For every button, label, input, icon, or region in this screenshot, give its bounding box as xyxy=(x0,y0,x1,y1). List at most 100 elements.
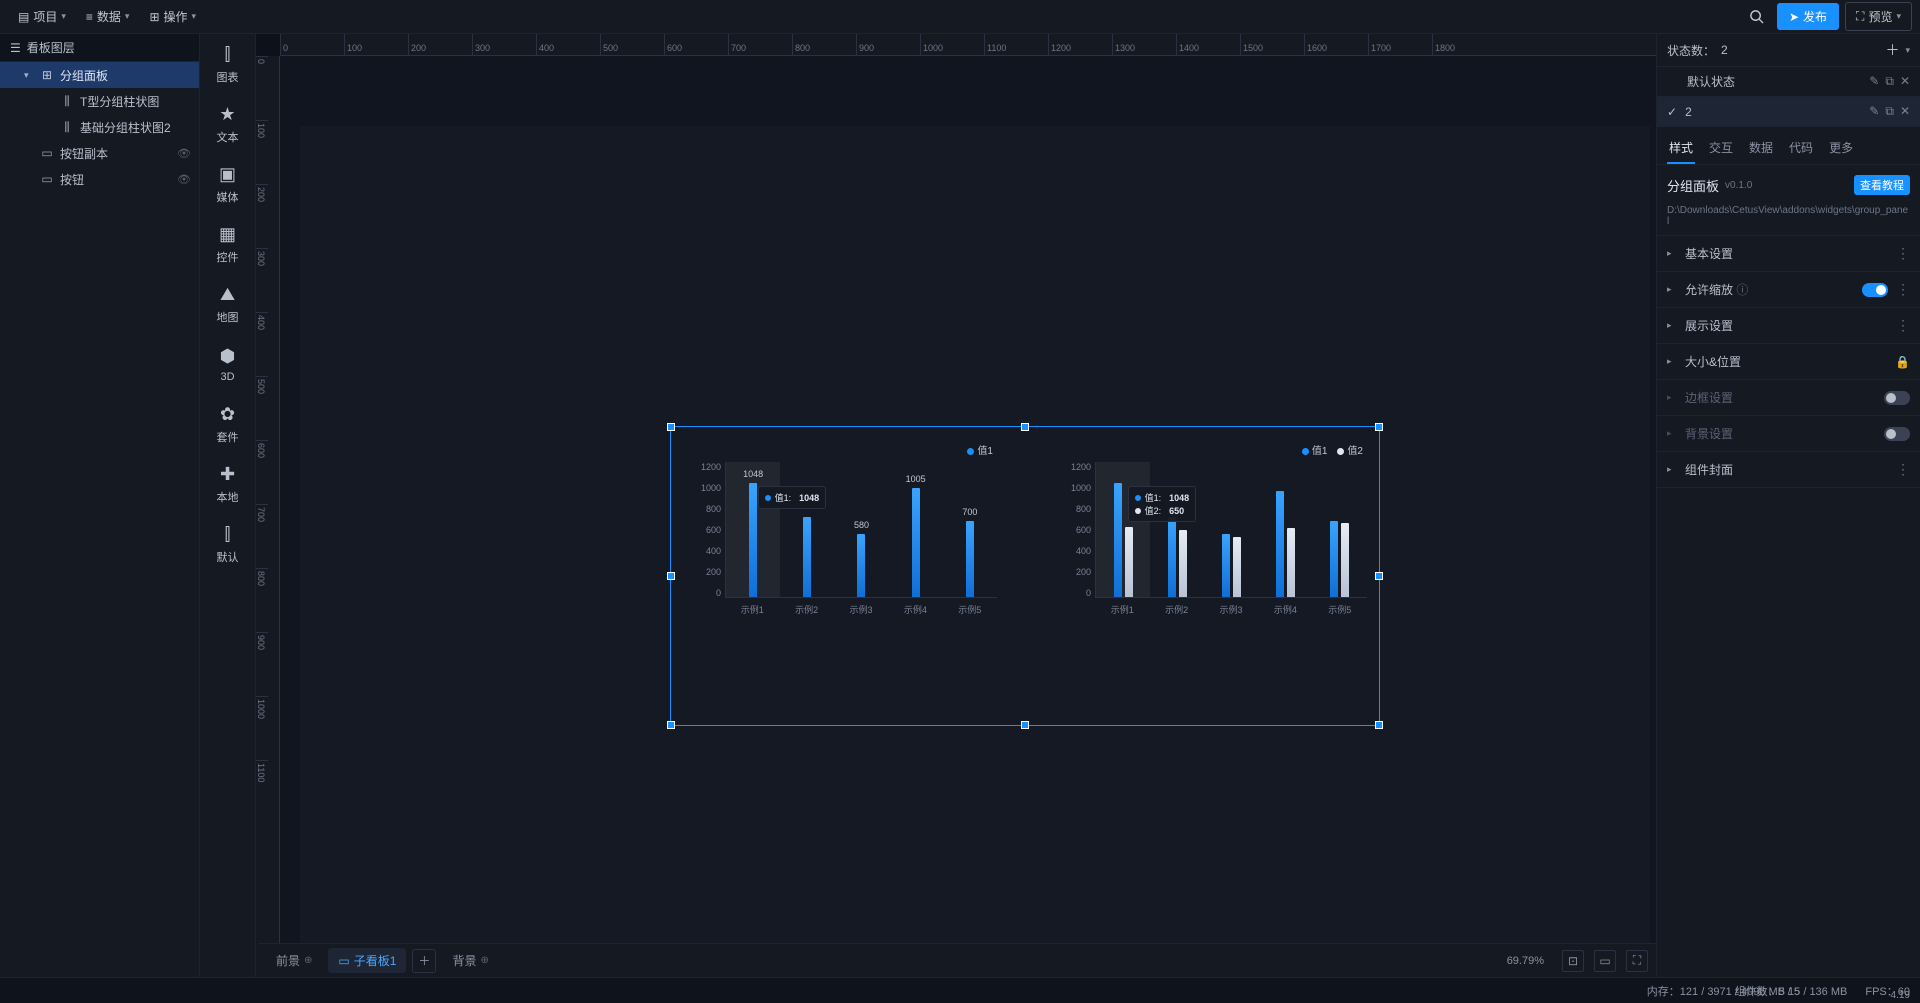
resize-handle-tl[interactable] xyxy=(667,423,675,431)
visibility-icon[interactable]: 👁 xyxy=(177,173,191,186)
layer-tree: ▾⊞分组面板⫼T型分组柱状图⫼基础分组柱状图2▭按钮副本👁▭按钮👁 xyxy=(0,62,199,977)
tab-background[interactable]: 背景 ⊕ xyxy=(442,948,498,973)
layer-item[interactable]: ⫼ T型分组柱状图 xyxy=(0,88,199,114)
chart-icon: ⫼ xyxy=(60,94,74,109)
toggle-switch[interactable] xyxy=(1884,391,1910,405)
state-count-row: 状态数： 2 ＋ ▾ xyxy=(1657,34,1920,67)
layers-header: ☰ 看板图层 xyxy=(0,34,199,62)
property-row[interactable]: ▸背景设置 xyxy=(1657,416,1920,452)
resize-handle-t[interactable] xyxy=(1021,423,1029,431)
button-icon: ▭ xyxy=(40,172,54,186)
resize-handle-bl[interactable] xyxy=(667,721,675,729)
chevron-down-icon[interactable]: ▾ xyxy=(1905,45,1910,56)
layer-item[interactable]: ▭按钮👁 xyxy=(0,166,199,192)
copy-icon[interactable]: ⧉ xyxy=(1885,104,1894,119)
widget-name: 分组面板 xyxy=(1667,176,1719,195)
add-tab-button[interactable]: ＋ xyxy=(412,949,436,973)
artboard[interactable]: 值1 120010008006004002000 10485801005700 示例1… xyxy=(300,126,1650,946)
rail-text[interactable]: ★文本 xyxy=(200,94,255,154)
inspector-tab[interactable]: 交互 xyxy=(1707,133,1735,164)
property-row[interactable]: ▸大小&位置🔒 xyxy=(1657,344,1920,380)
resize-handle-l[interactable] xyxy=(667,572,675,580)
plot-area: 10485801005700 xyxy=(725,462,997,598)
group-icon: ⊞ xyxy=(40,68,54,82)
resize-handle-tr[interactable] xyxy=(1375,423,1383,431)
menu-data[interactable]: ≡ 数据 ▾ xyxy=(76,4,140,29)
more-icon[interactable]: ⋮ xyxy=(1896,317,1910,334)
inspector-tab[interactable]: 代码 xyxy=(1787,133,1815,164)
menu-project[interactable]: ▤ 项目 ▾ xyxy=(8,4,76,29)
x-axis: 示例1示例2示例3示例4示例5 xyxy=(725,603,997,616)
property-row[interactable]: ▸允许缩放 ⓘ⋮ xyxy=(1657,272,1920,308)
add-state-button[interactable]: ＋ xyxy=(1885,40,1899,60)
basic-group-bar-chart[interactable]: 值1值2120010008006004002000示例1示例2示例3示例4示例5… xyxy=(1061,442,1371,622)
menu-ops-label: 操作 xyxy=(164,8,188,25)
search-icon xyxy=(1749,9,1764,24)
resize-handle-br[interactable] xyxy=(1375,721,1383,729)
legend-item: 值1 xyxy=(967,442,993,457)
copy-icon[interactable]: ⧉ xyxy=(1885,74,1894,89)
publish-button[interactable]: ➤ 发布 xyxy=(1777,3,1839,30)
inspector-tab[interactable]: 更多 xyxy=(1827,133,1855,164)
property-row[interactable]: ▸展示设置⋮ xyxy=(1657,308,1920,344)
chart-legend: 值1值2 xyxy=(1302,442,1363,457)
layer-item[interactable]: ▭按钮副本👁 xyxy=(0,140,199,166)
fit-view-button[interactable]: ⊡ xyxy=(1562,950,1584,972)
more-icon[interactable]: ⋮ xyxy=(1896,245,1910,262)
chart-icon: ⫼ xyxy=(60,120,74,135)
layer-label: T型分组柱状图 xyxy=(80,93,159,110)
bar-group: 1048 xyxy=(749,483,757,597)
rail-media[interactable]: ▣媒体 xyxy=(200,154,255,214)
selection-frame[interactable]: 值1 120010008006004002000 10485801005700 示例1… xyxy=(670,426,1380,726)
edit-icon[interactable]: ✎ xyxy=(1869,74,1879,89)
prop-label: 允许缩放 ⓘ xyxy=(1685,281,1854,298)
preview-button[interactable]: ⛶ 预览 ▾ xyxy=(1845,2,1912,31)
component-rail: ⫿图表★文本▣媒体▦控件⛰地图⬢3D✿套件✚本地⫿默认 xyxy=(200,34,256,977)
rail-chart[interactable]: ⫿图表 xyxy=(200,34,255,94)
rail-label: 3D xyxy=(220,371,234,383)
fullscreen-button[interactable]: ⛶ xyxy=(1626,950,1648,972)
bar xyxy=(1222,534,1230,597)
canvas[interactable]: 0100200300400500600700800900100011001200… xyxy=(256,34,1656,977)
rail-kit[interactable]: ✿套件 xyxy=(200,394,255,454)
inspector-tab[interactable]: 样式 xyxy=(1667,133,1695,164)
tab-subboard[interactable]: ▭ 子看板1 xyxy=(328,948,406,973)
property-row[interactable]: ▸边框设置 xyxy=(1657,380,1920,416)
layer-item[interactable]: ▾⊞分组面板 xyxy=(0,62,199,88)
close-icon[interactable]: ✕ xyxy=(1900,104,1910,119)
property-row[interactable]: ▸基本设置⋮ xyxy=(1657,236,1920,272)
publish-label: 发布 xyxy=(1803,8,1827,25)
toggle-switch[interactable] xyxy=(1884,427,1910,441)
rail-3d[interactable]: ⬢3D xyxy=(200,334,255,394)
visibility-icon[interactable]: 👁 xyxy=(177,147,191,160)
rail-local[interactable]: ✚本地 xyxy=(200,454,255,514)
bar-group: 1005 xyxy=(912,488,920,597)
view-mode-button[interactable]: ▭ xyxy=(1594,950,1616,972)
search-button[interactable] xyxy=(1743,3,1771,31)
menu-ops[interactable]: ⊞ 操作 ▾ xyxy=(139,4,206,29)
resize-handle-b[interactable] xyxy=(1021,721,1029,729)
property-row[interactable]: ▸组件封面⋮ xyxy=(1657,452,1920,488)
more-icon[interactable]: ⋮ xyxy=(1896,461,1910,478)
bottom-tabs: 前景 ⊕ ▭ 子看板1 ＋ 背景 ⊕ 69.79% ⊡ ▭ ⛶ xyxy=(258,943,1656,977)
layer-label: 按钮副本 xyxy=(60,145,108,162)
toggle-switch[interactable] xyxy=(1862,283,1888,297)
y-axis: 120010008006004002000 xyxy=(1061,462,1091,598)
bar-group xyxy=(1276,491,1295,597)
edit-icon[interactable]: ✎ xyxy=(1869,104,1879,119)
layers-title: 看板图层 xyxy=(27,39,75,56)
state-item[interactable]: ✓2✎⧉✕ xyxy=(1657,97,1920,127)
close-icon[interactable]: ✕ xyxy=(1900,74,1910,89)
resize-handle-r[interactable] xyxy=(1375,572,1383,580)
tutorial-button[interactable]: 查看教程 xyxy=(1854,175,1910,195)
rail-control[interactable]: ▦控件 xyxy=(200,214,255,274)
inspector-tab[interactable]: 数据 xyxy=(1747,133,1775,164)
t-group-bar-chart[interactable]: 值112001000800600400200010485801005700示例1… xyxy=(691,442,1001,622)
rail-default[interactable]: ⫿默认 xyxy=(200,514,255,574)
tab-foreground[interactable]: 前景 ⊕ xyxy=(266,948,322,973)
rail-map[interactable]: ⛰地图 xyxy=(200,274,255,334)
more-icon[interactable]: ⋮ xyxy=(1896,281,1910,298)
layer-item[interactable]: ⫼基础分组柱状图2 xyxy=(0,114,199,140)
tab-sub-label: 子看板1 xyxy=(354,952,397,969)
state-item[interactable]: 默认状态✎⧉✕ xyxy=(1657,67,1920,97)
